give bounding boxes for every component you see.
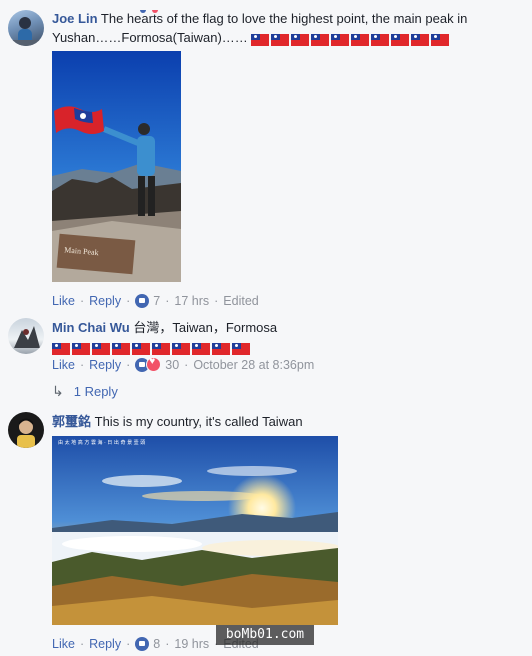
comment-author[interactable]: 郭璽銘	[52, 414, 91, 429]
taiwan-flag-icon	[331, 33, 350, 46]
like-link[interactable]: Like	[52, 294, 75, 308]
photo-caption: 由 太 地 高 方 雲 海 · 日 出 奇 景 壹 頭	[58, 439, 145, 446]
taiwan-flag-icon	[371, 33, 390, 46]
like-reaction-icon	[135, 294, 150, 308]
reaction-count[interactable]: 30	[165, 358, 179, 372]
avatar-image	[8, 17, 44, 46]
taiwan-flag-icon	[311, 33, 330, 46]
timestamp[interactable]: October 28 at 8:36pm	[193, 358, 314, 372]
site-watermark: boMb01.com	[216, 625, 314, 645]
taiwan-flag-icon	[172, 342, 190, 355]
like-link[interactable]: Like	[52, 637, 75, 651]
timestamp[interactable]: 19 hrs	[174, 637, 209, 651]
taiwan-flag-icon	[251, 33, 270, 46]
flag-emoji-group	[251, 29, 451, 48]
avatar[interactable]	[8, 318, 44, 354]
avatar-image	[14, 326, 40, 348]
sunrise-photo: 由 太 地 高 方 雲 海 · 日 出 奇 景 壹 頭	[52, 436, 338, 625]
love-reaction-icon	[146, 356, 162, 372]
avatar[interactable]	[8, 412, 44, 448]
comment-body: Joe Lin The hearts of the flag to love t…	[52, 9, 524, 48]
taiwan-flag-icon	[391, 33, 410, 46]
avatar-image	[17, 418, 35, 448]
reaction-count[interactable]: 7	[153, 294, 160, 308]
comment-photo[interactable]: 由 太 地 高 方 雲 海 · 日 出 奇 景 壹 頭	[52, 436, 338, 625]
reply-link[interactable]: Reply	[89, 637, 121, 651]
taiwan-flag-icon	[291, 33, 310, 46]
replies-count-label[interactable]: 1 Reply	[74, 384, 118, 399]
comment-body: 郭璽銘 This is my country, it's called Taiw…	[52, 412, 524, 431]
edited-label[interactable]: Edited	[223, 294, 258, 308]
comment-2: Min Chai Wu 台灣，Taiwan，Formosa Like · Reply…	[0, 318, 532, 408]
reply-link[interactable]: Reply	[89, 358, 121, 372]
like-link[interactable]: Like	[52, 358, 75, 372]
comment-author[interactable]: Joe Lin	[52, 11, 98, 26]
comment-actions: Like · Reply · 7 · 17 hrs · Edited	[52, 294, 259, 308]
taiwan-flag-icon	[132, 342, 150, 355]
taiwan-flag-icon	[411, 33, 430, 46]
comment-text: 台灣，Taiwan，Formosa	[133, 320, 278, 335]
taiwan-flag-icon	[72, 342, 90, 355]
taiwan-flag-icon	[192, 342, 210, 355]
taiwan-flag-icon	[271, 33, 290, 46]
taiwan-flag-icon	[232, 342, 250, 355]
taiwan-flag-icon	[351, 33, 370, 46]
reply-arrow-icon: ↳	[52, 383, 64, 399]
comment-photo[interactable]: Main Peak	[52, 51, 181, 282]
reply-link[interactable]: Reply	[89, 294, 121, 308]
taiwan-flag-icon	[152, 342, 170, 355]
taiwan-flag-icon	[52, 342, 70, 355]
like-reaction-icon	[135, 637, 150, 651]
taiwan-flag-icon	[431, 33, 450, 46]
comment-author[interactable]: Min Chai Wu	[52, 320, 130, 335]
avatar[interactable]	[8, 10, 44, 46]
comment-3: 郭璽銘 This is my country, it's called Taiw…	[0, 412, 532, 656]
mountain-photo: Main Peak	[52, 51, 181, 282]
taiwan-flag-icon	[112, 342, 130, 355]
comment-actions: Like·Reply·30·October 28 at 8:36pm	[52, 356, 314, 372]
comment-body: Min Chai Wu 台灣，Taiwan，Formosa	[52, 318, 524, 357]
view-replies-link[interactable]: ↳ 1 Reply	[52, 383, 118, 400]
comment-1: Joe Lin The hearts of the flag to love t…	[0, 8, 532, 318]
taiwan-flag-icon	[92, 342, 110, 355]
taiwan-flag-icon	[212, 342, 230, 355]
timestamp[interactable]: 17 hrs	[174, 294, 209, 308]
comment-text: This is my country, it's called Taiwan	[94, 414, 303, 429]
flag-emoji-group	[52, 338, 252, 357]
previous-comment-edge	[140, 0, 180, 13]
reaction-count[interactable]: 8	[153, 637, 160, 651]
